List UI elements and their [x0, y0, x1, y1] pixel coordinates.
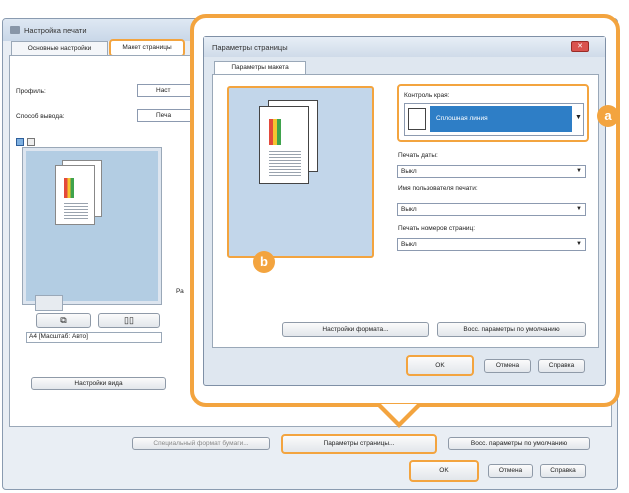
print-settings-title: Настройка печати — [24, 26, 87, 35]
paper-size-status: А4 [Масштаб: Авто] — [26, 332, 162, 343]
callout-pointer-inner — [381, 404, 417, 422]
chevron-down-icon: ▼ — [576, 206, 582, 212]
portrait-view-icon[interactable] — [16, 138, 24, 146]
print-username-label: Имя пользователя печати: — [398, 185, 478, 192]
ok-button-dialog[interactable]: OK — [406, 355, 474, 376]
view-settings-button[interactable]: Настройки вида — [31, 377, 166, 390]
edge-control-label: Контроль края: — [404, 92, 450, 99]
tab-layout-settings[interactable]: Параметры макета — [214, 61, 306, 75]
callout-badge-b: b — [253, 251, 275, 273]
print-date-value: Выкл — [401, 168, 417, 175]
profile-select[interactable]: Наст — [137, 84, 197, 97]
chevron-down-icon[interactable]: ▼ — [575, 114, 582, 121]
layout-booklet-button[interactable]: ▯▯ — [98, 313, 160, 328]
profile-label: Профиль: — [16, 88, 46, 95]
partial-label-ra: Ра — [176, 288, 184, 295]
print-username-value: Выкл — [401, 206, 417, 213]
preview-text-lines — [64, 201, 88, 221]
dialog-preview-text-lines — [269, 149, 301, 177]
format-settings-button[interactable]: Настройки формата... — [282, 322, 429, 337]
dialog-preview-color-graphic — [269, 119, 281, 145]
chevron-down-icon: ▼ — [576, 241, 582, 247]
tab-basic-settings[interactable]: Основные настройки — [11, 41, 108, 55]
edge-line-icon — [408, 108, 426, 130]
staple-icon — [35, 295, 63, 311]
callout-badge-a: a — [597, 105, 619, 127]
custom-paper-button[interactable]: Специальный формат бумаги... — [132, 437, 270, 450]
page-settings-button[interactable]: Параметры страницы... — [281, 434, 437, 454]
print-username-select[interactable]: Выкл ▼ — [397, 203, 586, 216]
restore-defaults-button-main[interactable]: Восс. параметры по умолчанию — [448, 437, 590, 450]
edge-control-value: Сплошная линия — [430, 106, 572, 132]
close-icon[interactable]: ✕ — [571, 41, 589, 52]
chevron-down-icon: ▼ — [576, 168, 582, 174]
print-page-numbers-value: Выкл — [401, 241, 417, 248]
output-method-label: Способ вывода: — [16, 113, 65, 120]
cancel-button-main[interactable]: Отмена — [488, 464, 533, 478]
restore-defaults-button-dialog[interactable]: Восс. параметры по умолчанию — [437, 322, 586, 337]
help-button-dialog[interactable]: Справка — [538, 359, 585, 373]
dialog-preview-page-front — [259, 106, 309, 184]
ok-button-main[interactable]: OK — [409, 460, 479, 482]
preview-color-graphic — [64, 178, 74, 198]
print-page-numbers-select[interactable]: Выкл ▼ — [397, 238, 586, 251]
layout-2on1-button[interactable]: ⧉ — [36, 313, 91, 328]
help-button-main[interactable]: Справка — [540, 464, 586, 478]
print-date-select[interactable]: Выкл ▼ — [397, 165, 586, 178]
printer-icon — [10, 26, 20, 34]
print-date-label: Печать даты: — [398, 152, 438, 159]
cancel-button-dialog[interactable]: Отмена — [484, 359, 531, 373]
preview-page-front — [55, 165, 95, 225]
output-method-select[interactable]: Печа — [137, 109, 197, 122]
print-page-numbers-label: Печать номеров страниц: — [398, 225, 476, 232]
page-settings-title: Параметры страницы — [212, 43, 288, 52]
printer-view-icon[interactable] — [27, 138, 35, 146]
